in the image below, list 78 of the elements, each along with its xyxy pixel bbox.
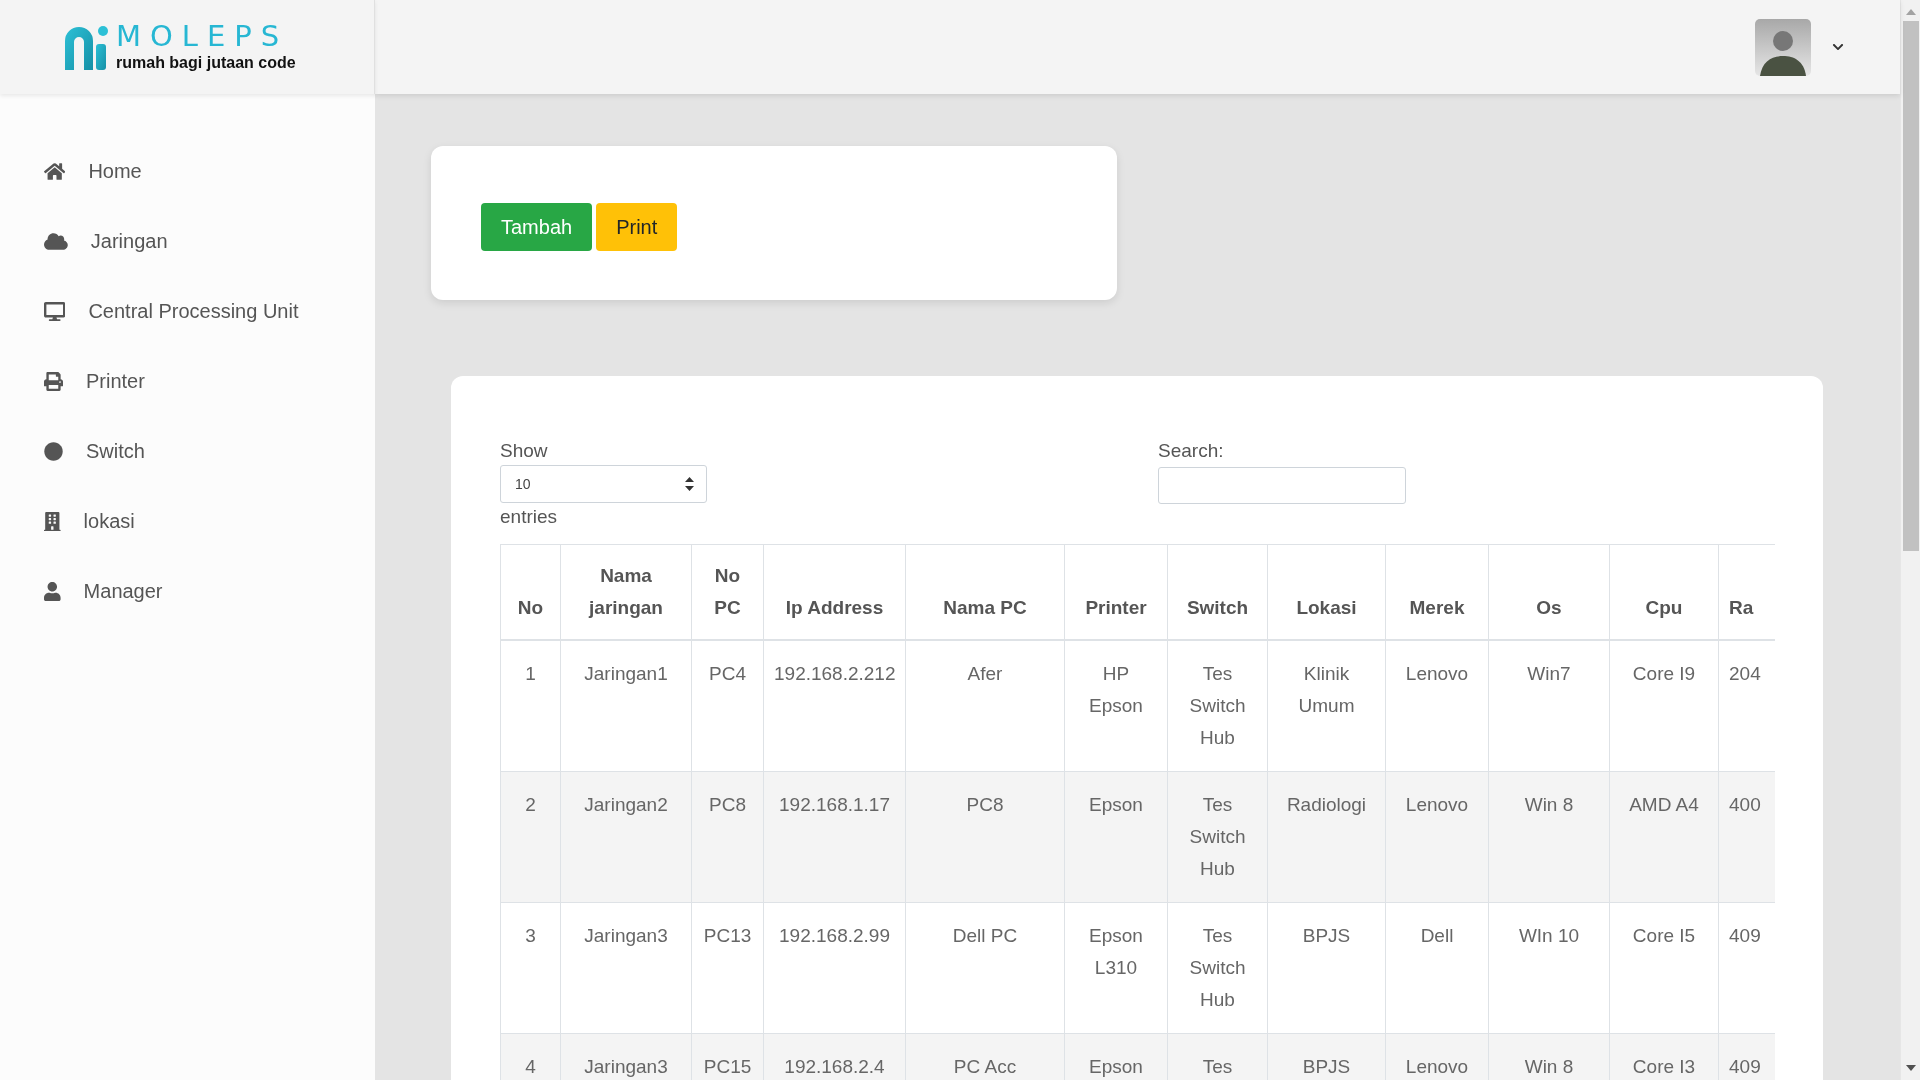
table-cell: Core I5: [1609, 902, 1719, 1034]
building-icon: [44, 511, 61, 531]
scroll-down-icon[interactable]: [1905, 1065, 1916, 1071]
table-cell: 4: [500, 1033, 561, 1080]
logo-icon: [65, 24, 109, 70]
search-label: Search:: [1158, 439, 1224, 463]
table-cell: Radiologi: [1267, 771, 1386, 903]
table-cell: Core I3: [1609, 1033, 1719, 1080]
scroll-up-icon[interactable]: [1905, 9, 1916, 15]
print-button[interactable]: Print: [596, 203, 678, 251]
table-cell: 409: [1718, 902, 1775, 1034]
table-cell: Win7: [1488, 640, 1610, 772]
scrollbar-thumb[interactable]: [1902, 21, 1919, 551]
table-cell: BPJS: [1267, 1033, 1386, 1080]
table-cell: Epson L310: [1064, 902, 1168, 1034]
user-icon: [44, 581, 61, 601]
search-field[interactable]: [1158, 467, 1406, 504]
table-cell: Jaringan3: [560, 1033, 692, 1080]
table-cell: PC4: [691, 640, 764, 772]
table-cell: AMD A4: [1609, 771, 1719, 903]
sidebar-item[interactable]: Printer: [44, 366, 145, 396]
table-cell: 192.168.1.17: [763, 771, 906, 903]
sidebar-item[interactable]: Jaringan: [44, 226, 168, 256]
table-cell: 400: [1718, 771, 1775, 903]
cloud-icon: [44, 231, 68, 251]
brand-name: MOLEPS: [116, 21, 289, 51]
table-cell: Core I9: [1609, 640, 1719, 772]
table-cell: PC15: [691, 1033, 764, 1080]
table-cell: Jaringan3: [560, 902, 692, 1034]
table-cell: Dell PC: [905, 902, 1065, 1034]
table-cell: Epson: [1064, 1033, 1168, 1080]
select-arrows-icon: [685, 477, 694, 491]
entries-select[interactable]: 10: [500, 465, 707, 503]
table-cell: Tes Switch Hub: [1167, 902, 1268, 1034]
table-cell: 409: [1718, 1033, 1775, 1080]
sidebar-item[interactable]: Switch: [44, 436, 145, 466]
table-cell: 192.168.2.212: [763, 640, 906, 772]
show-label: Show: [500, 439, 548, 463]
table-cell: Jaringan2: [560, 771, 692, 903]
table-cell: PC8: [905, 771, 1065, 903]
table-cell: Afer: [905, 640, 1065, 772]
table-cell: HP Epson: [1064, 640, 1168, 772]
avatar-icon[interactable]: [1755, 18, 1811, 76]
table-cell: Lenovo: [1385, 1033, 1489, 1080]
table-cell: 204: [1718, 640, 1775, 772]
sidebar-item[interactable]: lokasi: [44, 506, 135, 536]
table-cell: WIn 10: [1488, 902, 1610, 1034]
table-cell: Klinik Umum: [1267, 640, 1386, 772]
entries-label: entries: [500, 505, 558, 529]
table-cell: Epson: [1064, 771, 1168, 903]
table-cell: Win 8: [1488, 771, 1610, 903]
table-cell: PC8: [691, 771, 764, 903]
table-cell: Tes Switch Hub: [1167, 771, 1268, 903]
table-cell: BPJS: [1267, 902, 1386, 1034]
desktop-icon: [44, 301, 66, 321]
table-cell: Lenovo: [1385, 771, 1489, 903]
table-cell: 3: [500, 902, 561, 1034]
table-cell: 1: [500, 640, 561, 772]
brand-tagline: rumah bagi jutaan code: [116, 53, 296, 73]
home-icon: [44, 161, 66, 181]
table-cell: Jaringan1: [560, 640, 692, 772]
sidebar-item[interactable]: Central Processing Unit: [44, 296, 299, 326]
table-cell: Win 8: [1488, 1033, 1610, 1080]
table-cell: PC Acc: [905, 1033, 1065, 1080]
table-cell: Lenovo: [1385, 640, 1489, 772]
table-cell: Tes: [1167, 1033, 1268, 1080]
table-cell: 2: [500, 771, 561, 903]
table-cell: 192.168.2.4: [763, 1033, 906, 1080]
scrollbar-track[interactable]: [1900, 0, 1920, 1080]
circle-icon: [44, 441, 63, 461]
printer-icon: [44, 371, 63, 391]
table-cell: 192.168.2.99: [763, 902, 906, 1034]
table-cell: Tes Switch Hub: [1167, 640, 1268, 772]
table-cell: PC13: [691, 902, 764, 1034]
sidebar-item[interactable]: Home: [44, 156, 142, 186]
sidebar-item[interactable]: Manager: [44, 576, 163, 606]
chevron-down-icon[interactable]: [1832, 41, 1844, 53]
table-cell: Dell: [1385, 902, 1489, 1034]
